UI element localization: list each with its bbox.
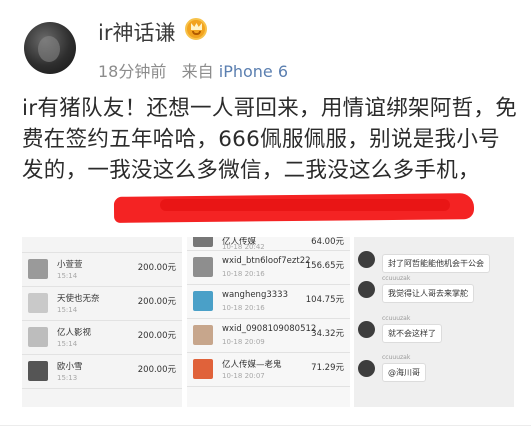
list-item: 欧小雪 15:13 200.00元 xyxy=(22,355,182,389)
contact-avatar-icon xyxy=(28,327,48,347)
contact-avatar-icon xyxy=(193,359,213,379)
list-item: 亿人传媒—老鬼 10-18 20:07 71.29元 xyxy=(187,353,350,387)
list-item: wangheng3333 10-18 20:16 104.75元 xyxy=(187,285,350,319)
post-divider xyxy=(0,425,531,426)
list-item: 亿人传媒 10-18 20:42 64.00元 xyxy=(187,237,350,251)
attached-image-payments[interactable]: 亿人传媒 10-18 20:42 64.00元 wxid_btn6loof7ez… xyxy=(187,237,350,407)
list-item xyxy=(22,237,182,253)
chat-avatar-icon xyxy=(358,321,375,338)
attached-image-transfers[interactable]: 小萱萱 15:14 200.00元 天使也无奈 15:14 200.00元 亿人… xyxy=(22,237,182,407)
chat-avatar-icon xyxy=(358,281,375,298)
contact-avatar-icon xyxy=(193,257,213,277)
source-prefix: 来自 xyxy=(181,62,214,81)
smile-shape xyxy=(192,31,201,35)
contact-avatar-icon xyxy=(28,259,48,279)
contact-avatar-icon xyxy=(28,293,48,313)
red-redaction-scribble-inner xyxy=(160,199,450,211)
user-avatar[interactable] xyxy=(24,22,76,74)
crown-shape xyxy=(191,23,202,30)
post-body-text: ir有猪队友！还想一人哥回来，用情谊绑架阿哲，免费在签约五年哈哈，666佩服佩服… xyxy=(22,96,518,183)
attached-image-chat[interactable]: 封了阿哲能能他机会干公会 ccuuuzak 我觉得让人哥去来掌舵 ccuuuza… xyxy=(354,237,514,407)
list-item: 亿人影视 15:14 200.00元 xyxy=(22,321,182,355)
list-item: wxid_btn6loof7ezt22 10-18 20:16 156.65元 xyxy=(187,251,350,285)
chat-avatar-icon xyxy=(358,251,375,268)
post-meta: 18分钟前 来自 iPhone 6 xyxy=(98,58,288,82)
vip-crown-icon xyxy=(185,18,207,40)
username-link[interactable]: ir神话谦 xyxy=(98,17,175,47)
list-item: wxid_0908109080512 10-18 20:09 34.32元 xyxy=(187,319,350,353)
contact-avatar-icon xyxy=(193,291,213,311)
chat-avatar-icon xyxy=(358,360,375,377)
avatar-face xyxy=(38,36,60,62)
list-item: 小萱萱 15:14 200.00元 xyxy=(22,253,182,287)
list-item: 天使也无奈 15:14 200.00元 xyxy=(22,287,182,321)
contact-avatar-icon xyxy=(193,325,213,345)
post-time: 18分钟前 xyxy=(98,62,167,81)
source-link[interactable]: iPhone 6 xyxy=(219,62,288,81)
contact-avatar-icon xyxy=(193,237,213,247)
contact-avatar-icon xyxy=(28,361,48,381)
